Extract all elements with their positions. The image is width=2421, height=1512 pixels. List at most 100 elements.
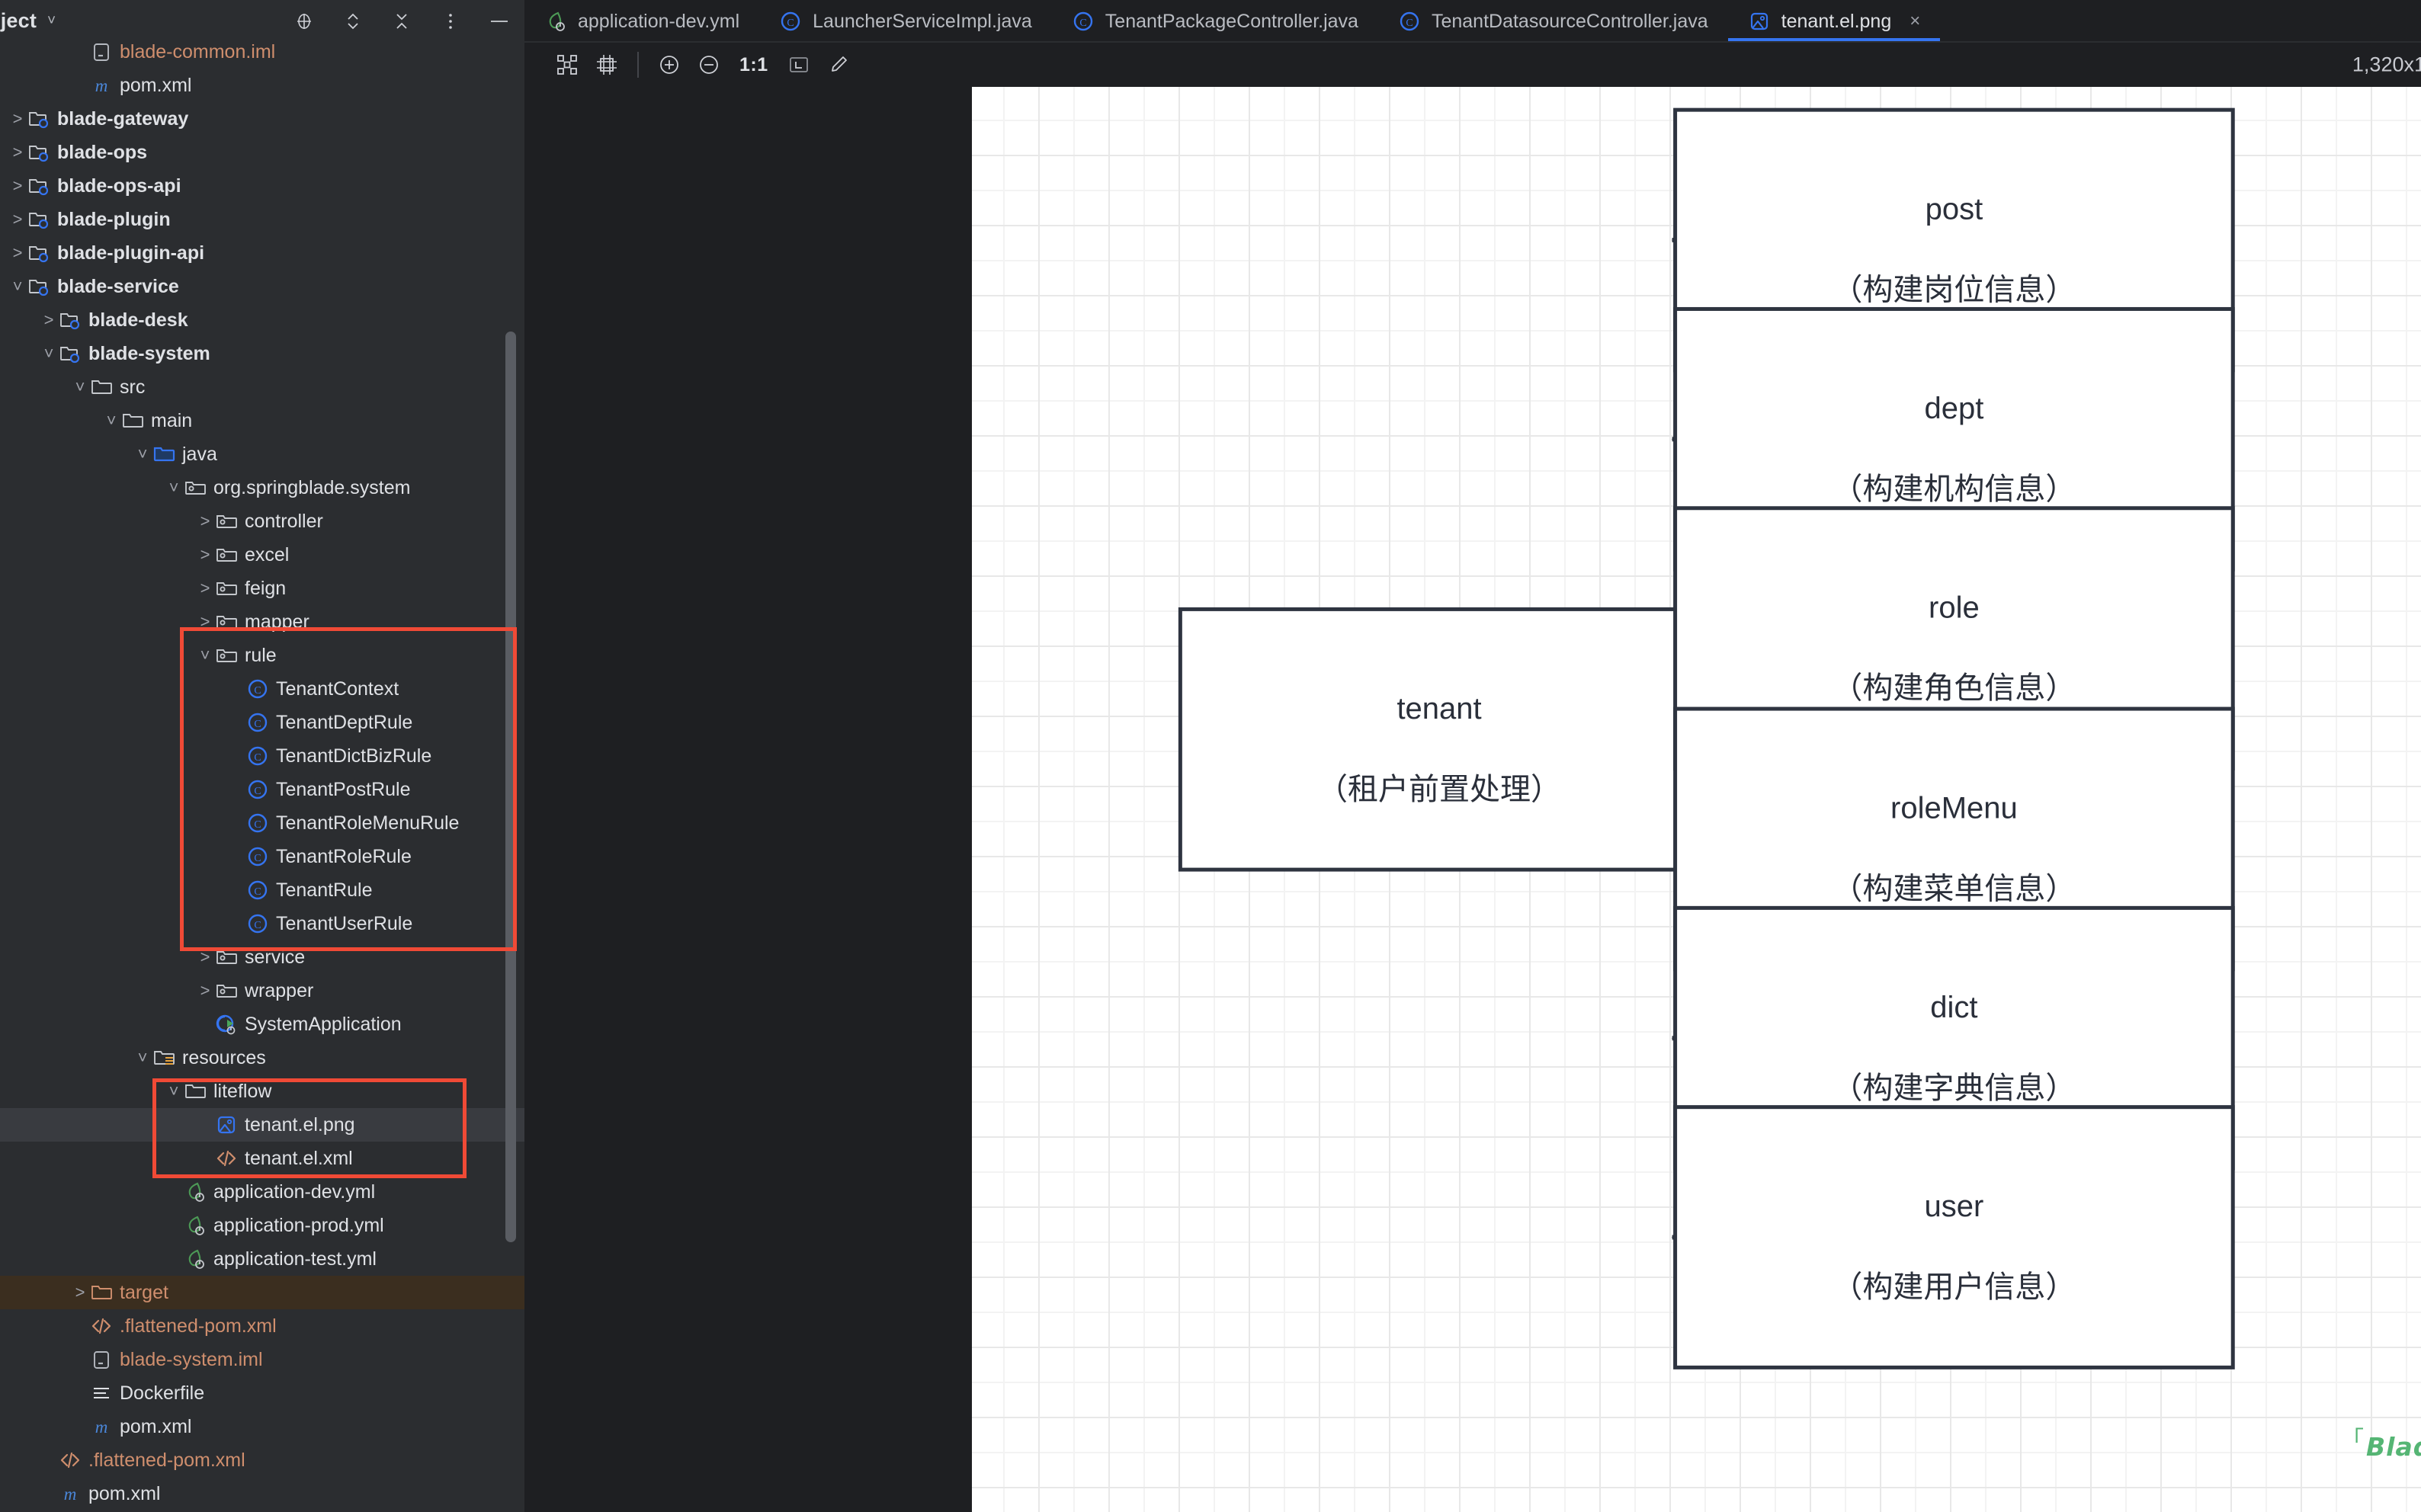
tree-row-blade-desk[interactable]: ˃ blade-desk <box>0 303 524 337</box>
chevron-right-icon[interactable]: ˃ <box>39 310 59 330</box>
tree-row-label: blade-desk <box>88 309 188 331</box>
tree-row-service[interactable]: ˃ service <box>0 940 524 974</box>
sidebar-scrollbar[interactable] <box>505 332 516 1242</box>
tree-row-tenantuserrule[interactable]: ˃CTenantUserRule <box>0 907 524 940</box>
zoom-level-label[interactable]: 1:1 <box>729 54 779 76</box>
tree-row-flattened-pom-xml[interactable]: ˃.flattened-pom.xml <box>0 1443 524 1477</box>
chevron-right-icon[interactable]: ˃ <box>8 176 27 196</box>
fit-to-window-icon[interactable] <box>779 45 819 85</box>
tree-row-blade-system-iml[interactable]: ˃blade-system.iml <box>0 1343 524 1376</box>
tree-row-blade-common-iml[interactable]: ˃blade-common.iml <box>0 43 524 69</box>
tree-row-blade-gateway[interactable]: ˃ blade-gateway <box>0 102 524 136</box>
close-icon[interactable] <box>390 10 413 33</box>
editor-tab-application-dev-yml[interactable]: application-dev.yml <box>524 0 759 43</box>
tree-row-feign[interactable]: ˃ feign <box>0 572 524 605</box>
tree-row-pom-xml[interactable]: ˃mpom.xml <box>0 1410 524 1443</box>
chevron-down-icon[interactable]: ˅ <box>133 1048 152 1068</box>
editor-tab-launcherserviceimpl-java[interactable]: C LauncherServiceImpl.java <box>759 0 1052 43</box>
tree-row-excel[interactable]: ˃ excel <box>0 538 524 572</box>
tree-row-blade-plugin-api[interactable]: ˃ blade-plugin-api <box>0 236 524 270</box>
chevron-right-icon[interactable]: ˃ <box>195 612 215 632</box>
tree-row-tenant-el-png[interactable]: ˃tenant.el.png <box>0 1108 524 1142</box>
tree-row-application-dev-yml[interactable]: ˃application-dev.yml <box>0 1175 524 1209</box>
locate-icon[interactable] <box>293 10 316 33</box>
tree-row-java[interactable]: ˅ java <box>0 437 524 471</box>
package-icon <box>215 644 238 667</box>
tree-row-flattened-pom-xml[interactable]: ˃.flattened-pom.xml <box>0 1309 524 1343</box>
tree-row-blade-plugin[interactable]: ˃ blade-plugin <box>0 203 524 236</box>
chevron-right-icon[interactable]: ˃ <box>8 243 27 263</box>
tree-row-src[interactable]: ˅ src <box>0 370 524 404</box>
tree-row-label: mapper <box>245 610 309 633</box>
chevron-down-icon[interactable]: ˅ <box>101 411 121 431</box>
chevron-right-icon[interactable]: ˃ <box>8 143 27 162</box>
chevron-down-icon[interactable]: ˅ <box>47 14 56 28</box>
collapse-expand-icon[interactable] <box>342 10 364 33</box>
tree-row-tenantdictbizrule[interactable]: ˃CTenantDictBizRule <box>0 739 524 773</box>
tree-row-target[interactable]: ˃ target <box>0 1276 524 1309</box>
zoom-in-icon[interactable] <box>649 45 689 85</box>
tree-row-label: pom.xml <box>120 1415 192 1437</box>
editor-tab-tenantdatasourcecontroller-java[interactable]: C TenantDatasourceController.java <box>1378 0 1728 43</box>
tree-row-tenantdeptrule[interactable]: ˃CTenantDeptRule <box>0 706 524 739</box>
tree-row-blade-ops[interactable]: ˃ blade-ops <box>0 136 524 169</box>
tree-row-application-test-yml[interactable]: ˃application-test.yml <box>0 1242 524 1276</box>
tree-row-blade-ops-api[interactable]: ˃ blade-ops-api <box>0 169 524 203</box>
more-options-icon[interactable] <box>439 10 462 33</box>
tree-row-label: org.springblade.system <box>213 476 411 498</box>
project-tree[interactable]: ˃blade-common.iml˃mpom.xml˃blade-gateway… <box>0 43 524 1512</box>
chevron-down-icon[interactable]: ˅ <box>164 1081 184 1101</box>
chevron-down-icon[interactable]: ˅ <box>8 277 27 296</box>
minimize-icon[interactable] <box>488 10 511 33</box>
tree-row-tenantrolemenurule[interactable]: ˃CTenantRoleMenuRule <box>0 806 524 840</box>
chevron-right-icon[interactable]: ˃ <box>195 545 215 565</box>
tree-row-application-prod-yml[interactable]: ˃application-prod.yml <box>0 1209 524 1242</box>
chevron-down-icon[interactable]: ˅ <box>133 444 152 464</box>
chevron-down-icon[interactable]: ˅ <box>195 645 215 665</box>
spring-yml-icon <box>184 1180 207 1203</box>
chevron-right-icon[interactable]: ˃ <box>195 981 215 1001</box>
tree-row-tenantpostrule[interactable]: ˃CTenantPostRule <box>0 773 524 806</box>
zoom-out-icon[interactable] <box>689 45 729 85</box>
color-picker-icon[interactable] <box>819 45 858 85</box>
tree-row-blade-system[interactable]: ˅ blade-system <box>0 337 524 370</box>
tree-row-pom-xml[interactable]: ˃mpom.xml <box>0 69 524 102</box>
tab-close-icon[interactable]: × <box>1910 12 1920 30</box>
tree-row-wrapper[interactable]: ˃ wrapper <box>0 974 524 1007</box>
tree-row-org-springblade-system[interactable]: ˅ org.springblade.system <box>0 471 524 505</box>
tree-row-systemapplication[interactable]: ˃SystemApplication <box>0 1007 524 1041</box>
frame-icon[interactable] <box>587 45 627 85</box>
tree-row-tenantrule[interactable]: ˃CTenantRule <box>0 873 524 907</box>
tree-row-resources[interactable]: ˅ resources <box>0 1041 524 1075</box>
watermark: 「 Blade技术社区 」 <box>2341 1427 2421 1463</box>
tree-row-label: application-prod.yml <box>213 1214 384 1236</box>
package-icon <box>184 476 207 499</box>
diagram-node-subtitle: （构建字典信息） <box>1832 1071 2076 1106</box>
tree-row-controller[interactable]: ˃ controller <box>0 505 524 538</box>
chevron-right-icon[interactable]: ˃ <box>70 1283 90 1302</box>
editor-tab-tenantpackagecontroller-java[interactable]: C TenantPackageController.java <box>1052 0 1378 43</box>
editor-tab-bar[interactable]: application-dev.yml C LauncherServiceImpl.… <box>524 0 2421 43</box>
chevron-down-icon[interactable]: ˅ <box>39 344 59 364</box>
transparency-grid-icon[interactable] <box>547 45 587 85</box>
tree-row-liteflow[interactable]: ˅ liteflow <box>0 1075 524 1108</box>
chevron-down-icon[interactable]: ˅ <box>70 377 90 397</box>
chevron-right-icon[interactable]: ˃ <box>195 578 215 598</box>
tree-row-dockerfile[interactable]: ˃Dockerfile <box>0 1376 524 1410</box>
tree-row-pom-xml[interactable]: ˃mpom.xml <box>0 1477 524 1510</box>
chevron-down-icon[interactable]: ˅ <box>164 478 184 498</box>
chevron-right-icon[interactable]: ˃ <box>195 511 215 531</box>
image-canvas-viewport[interactable]: tenant （租户前置处理） post （构建岗位信息） dept （构建机构信息） ro… <box>972 87 2421 1512</box>
chevron-right-icon[interactable]: ˃ <box>195 947 215 967</box>
chevron-right-icon[interactable]: ˃ <box>8 210 27 229</box>
tree-row-blade-service[interactable]: ˅ blade-service <box>0 270 524 303</box>
tree-row-mapper[interactable]: ˃ mapper <box>0 605 524 639</box>
tree-row-tenantcontext[interactable]: ˃CTenantContext <box>0 672 524 706</box>
editor-tab-tenant-el-png[interactable]: tenant.el.png × <box>1727 0 1941 43</box>
tree-row-tenantrolerule[interactable]: ˃CTenantRoleRule <box>0 840 524 873</box>
tree-row-main[interactable]: ˅ main <box>0 404 524 437</box>
chevron-right-icon[interactable]: ˃ <box>8 109 27 129</box>
module-icon <box>27 242 50 264</box>
tree-row-rule[interactable]: ˅ rule <box>0 639 524 672</box>
tree-row-tenant-el-xml[interactable]: ˃tenant.el.xml <box>0 1142 524 1175</box>
